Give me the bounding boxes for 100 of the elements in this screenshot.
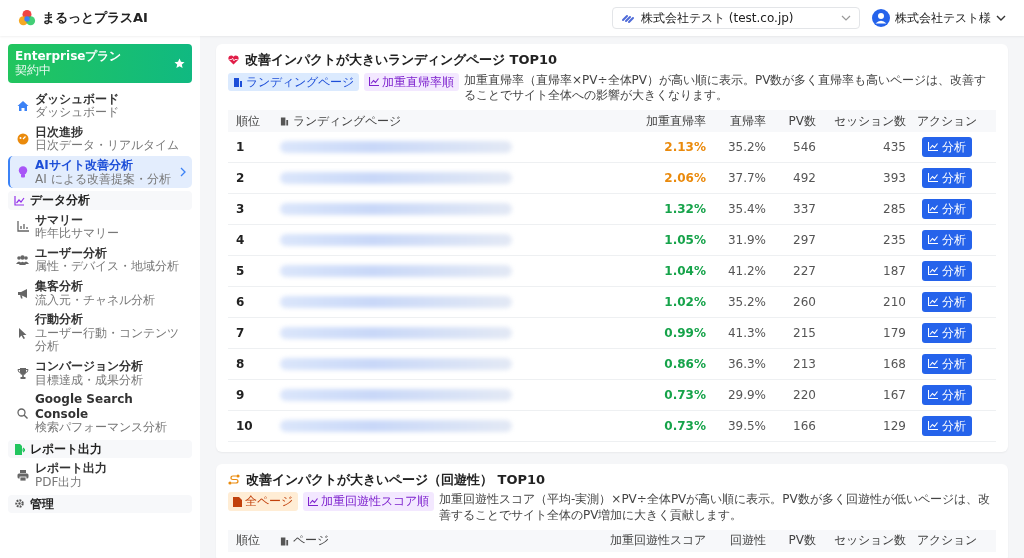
heart-pulse-icon	[228, 54, 239, 65]
analyze-button[interactable]: 分析	[922, 198, 972, 219]
table-cell-text: 166	[792, 418, 816, 433]
column-header: セッション数	[833, 113, 906, 128]
avatar-icon	[872, 9, 890, 27]
nav-item[interactable]: AIサイト改善分析 AI による改善提案・分析	[8, 156, 192, 189]
rank-cell-text: 3	[236, 201, 246, 216]
line-chart-icon	[928, 204, 938, 214]
table-cell-text: 29.9%	[726, 387, 766, 402]
analyze-button[interactable]: 分析	[922, 167, 972, 188]
chevron-down-icon	[841, 15, 851, 21]
table-cell-text: 297	[792, 232, 816, 247]
nav-title: 集客分析	[35, 279, 84, 294]
nav-subtitle: 昨年比サマリー	[35, 227, 120, 241]
table-cell-text: 393	[882, 170, 906, 185]
table-cell-text: 35.2%	[726, 139, 766, 154]
table-cell-text: 41.2%	[726, 263, 766, 278]
analyze-button[interactable]: 分析	[922, 384, 972, 405]
nav-subtitle: 目標達成・成果分析	[35, 373, 144, 388]
star-icon	[174, 57, 185, 69]
lightbulb-icon	[17, 166, 28, 179]
site-selector[interactable]: 株式会社テスト (test.co.jp)	[612, 7, 860, 29]
table-cell-text: 235	[882, 232, 906, 247]
nav-item[interactable]: コンバージョン分析 目標達成・成果分析	[8, 357, 192, 390]
panel-description: 加重回遊性スコア（平均-実測）×PV÷全体PVが高い順に表示。PV数が多く回遊性が低いページは、改善することでサイト全体のPV増加に大きく貢献します。	[439, 492, 991, 524]
table-cell-text: 187	[882, 263, 906, 278]
table-cell-text: 168	[882, 356, 906, 371]
table-cell-text: 35.2%	[726, 294, 766, 309]
nav-title: ダッシュボード	[35, 91, 120, 106]
nav-item[interactable]: レポート出力 PDF出力	[8, 459, 192, 492]
nav-item[interactable]: 行動分析 ユーザー行動・コンテンツ分析	[8, 310, 192, 357]
nav-subtitle: PDF出力	[35, 475, 84, 490]
score-cell-text: 1.02%	[663, 294, 706, 309]
megaphone-icon	[16, 287, 29, 299]
table-cell-text: 129	[882, 418, 906, 433]
column-header: 順位	[236, 533, 261, 548]
line-chart-icon	[308, 497, 318, 507]
rank-cell-text: 4	[236, 232, 246, 247]
line-chart-icon	[928, 266, 938, 276]
column-header: 加重直帰率	[645, 113, 706, 128]
nav-item[interactable]: 日次進捗 日次データ・リアルタイム	[8, 122, 192, 156]
line-chart-icon	[928, 297, 938, 307]
nav-item[interactable]: ユーザー分析 属性・デバイス・地域分析	[8, 243, 192, 277]
table-cell-text: 179	[882, 325, 906, 340]
score-cell-text: 2.06%	[663, 170, 706, 185]
table-cell-text: 285	[882, 201, 906, 216]
column-header: PV数	[787, 533, 816, 548]
analyze-button[interactable]: 分析	[922, 260, 972, 281]
nav-item[interactable]: 集客分析 流入元・チャネル分析	[8, 277, 192, 310]
nav-item[interactable]: ダッシュボード ダッシュボード	[8, 89, 192, 122]
panel-title: 改善インパクトが大きいページ（回遊性） TOP10	[246, 471, 546, 488]
score-cell-text: 1.32%	[663, 201, 706, 216]
plan-status: 契約中	[15, 63, 52, 78]
chevron-down-icon	[996, 15, 1006, 21]
nav-subtitle: 日次データ・リアルタイム	[35, 139, 180, 154]
analyze-button[interactable]: 分析	[922, 415, 972, 436]
nav-title: Google Search Console	[35, 392, 134, 421]
table-cell-text: 37.7%	[726, 170, 766, 185]
score-cell-text: 1.04%	[663, 263, 706, 278]
nav-title: サマリー	[35, 212, 84, 227]
gauge-icon	[16, 133, 29, 146]
table-cell-text: 215	[792, 325, 816, 340]
filter-tag: ランディングページ	[228, 72, 359, 91]
table-cell-text: 31.9%	[726, 232, 766, 247]
nav-subtitle: 流入元・チャネル分析	[35, 293, 156, 308]
rank-cell-text: 6	[236, 294, 246, 309]
building-icon	[233, 76, 243, 87]
analyze-button[interactable]: 分析	[922, 229, 972, 250]
search-icon	[17, 408, 28, 420]
rank-cell-text: 5	[236, 263, 246, 278]
nav-item[interactable]: Google Search Console 検索パフォーマンス分析	[8, 390, 192, 438]
cursor-icon	[18, 327, 27, 339]
rank-cell-text: 7	[236, 325, 246, 340]
column-header: ページ	[280, 533, 602, 548]
column-header: 直帰率	[729, 113, 766, 128]
score-cell-text: 0.99%	[663, 325, 706, 340]
analyze-button[interactable]: 分析	[922, 136, 972, 157]
line-chart-icon	[928, 328, 938, 338]
line-chart-icon	[14, 195, 25, 206]
home-icon	[16, 99, 29, 112]
nav-item[interactable]: サマリー 昨年比サマリー	[8, 210, 192, 243]
user-menu[interactable]: 株式会社テスト様	[872, 9, 1006, 27]
line-chart-icon	[928, 235, 938, 245]
section-title: データ分析	[30, 193, 90, 208]
table-cell-text: 210	[882, 294, 906, 309]
nav-title: 日次進捗	[35, 124, 84, 140]
analyze-button[interactable]: 分析	[922, 353, 972, 374]
analyze-button[interactable]: 分析	[922, 322, 972, 343]
nav-title: AIサイト改善分析	[35, 158, 134, 173]
trophy-icon	[16, 367, 29, 379]
table-cell-text: 41.3%	[726, 325, 766, 340]
nav-subtitle: AI による改善提案・分析	[35, 172, 172, 187]
rank-cell-text: 9	[236, 387, 246, 402]
file-export-icon	[14, 443, 25, 455]
nav-title: ユーザー分析	[35, 245, 108, 260]
nav-title: 行動分析	[35, 312, 84, 327]
nav-title: コンバージョン分析	[35, 359, 144, 374]
analyze-button[interactable]: 分析	[922, 291, 972, 312]
rank-cell-text: 8	[236, 356, 246, 371]
app-name: まるっとプラスAI	[42, 10, 148, 26]
